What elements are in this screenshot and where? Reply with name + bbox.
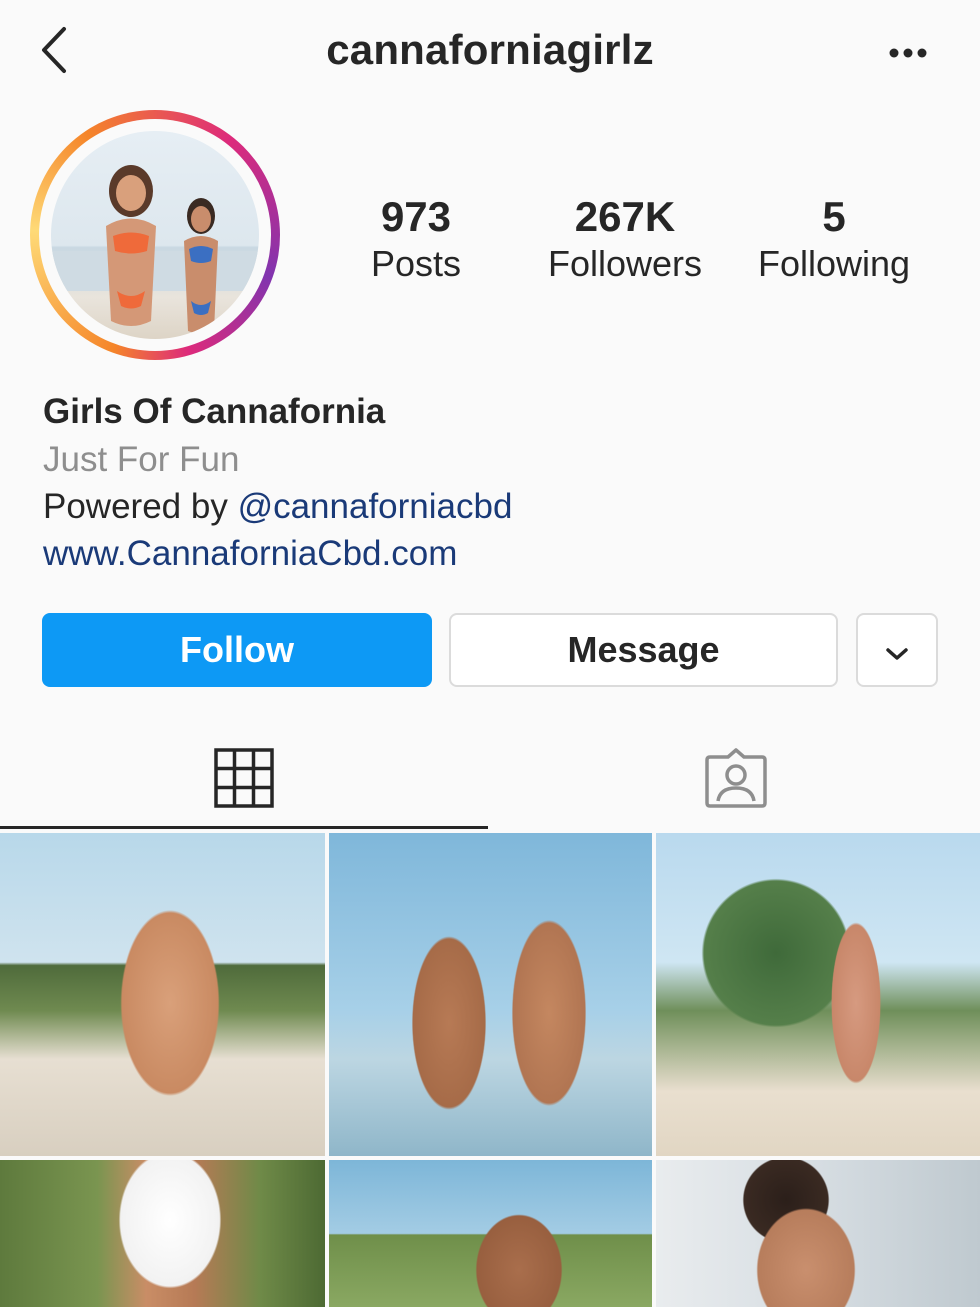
tagged-person-icon <box>704 747 768 814</box>
stat-value: 5 <box>822 193 846 240</box>
stat-value: 973 <box>380 193 452 240</box>
profile-category: Just For Fun <box>43 440 240 479</box>
avatar <box>51 131 259 339</box>
message-button[interactable]: Message <box>449 613 838 687</box>
bio-powered-by: Powered by @cannaforniacbd <box>43 487 512 527</box>
message-label: Message <box>567 629 720 670</box>
stat-posts[interactable]: 973 Posts <box>326 192 506 286</box>
bio-mention-link[interactable]: @cannaforniacbd <box>238 487 513 526</box>
avatar-ring-gap <box>39 119 271 351</box>
grid-icon <box>214 747 274 813</box>
more-options-button[interactable] <box>880 30 936 80</box>
follow-label: Follow <box>180 629 294 670</box>
more-horizontal-icon <box>888 46 928 64</box>
chevron-down-icon <box>885 629 909 671</box>
post-thumbnail[interactable] <box>656 1160 980 1307</box>
stat-value: 267K <box>574 193 676 240</box>
post-thumbnail[interactable] <box>0 1160 325 1307</box>
tab-grid[interactable] <box>0 730 488 830</box>
stat-label: Following <box>757 243 911 284</box>
profile-username: cannaforniagirlz <box>326 26 654 73</box>
post-thumbnail[interactable] <box>329 833 652 1156</box>
tab-tagged[interactable] <box>492 730 980 830</box>
avatar-story-ring[interactable] <box>30 110 280 360</box>
suggested-accounts-button[interactable] <box>856 613 938 687</box>
selected-tab-indicator <box>0 826 488 829</box>
post-thumbnail[interactable] <box>329 1160 652 1307</box>
stat-following[interactable]: 5 Following <box>744 192 924 286</box>
stat-followers[interactable]: 267K Followers <box>535 192 715 286</box>
post-thumbnail[interactable] <box>656 833 980 1156</box>
stat-label: Followers <box>547 243 703 284</box>
bio-website-link[interactable]: www.CannaforniaCbd.com <box>43 534 457 574</box>
stat-label: Posts <box>370 243 462 284</box>
bio-text: Powered by <box>43 487 238 526</box>
follow-button[interactable]: Follow <box>42 613 432 687</box>
post-thumbnail[interactable] <box>0 833 325 1156</box>
profile-display-name: Girls Of Cannafornia <box>43 392 386 431</box>
